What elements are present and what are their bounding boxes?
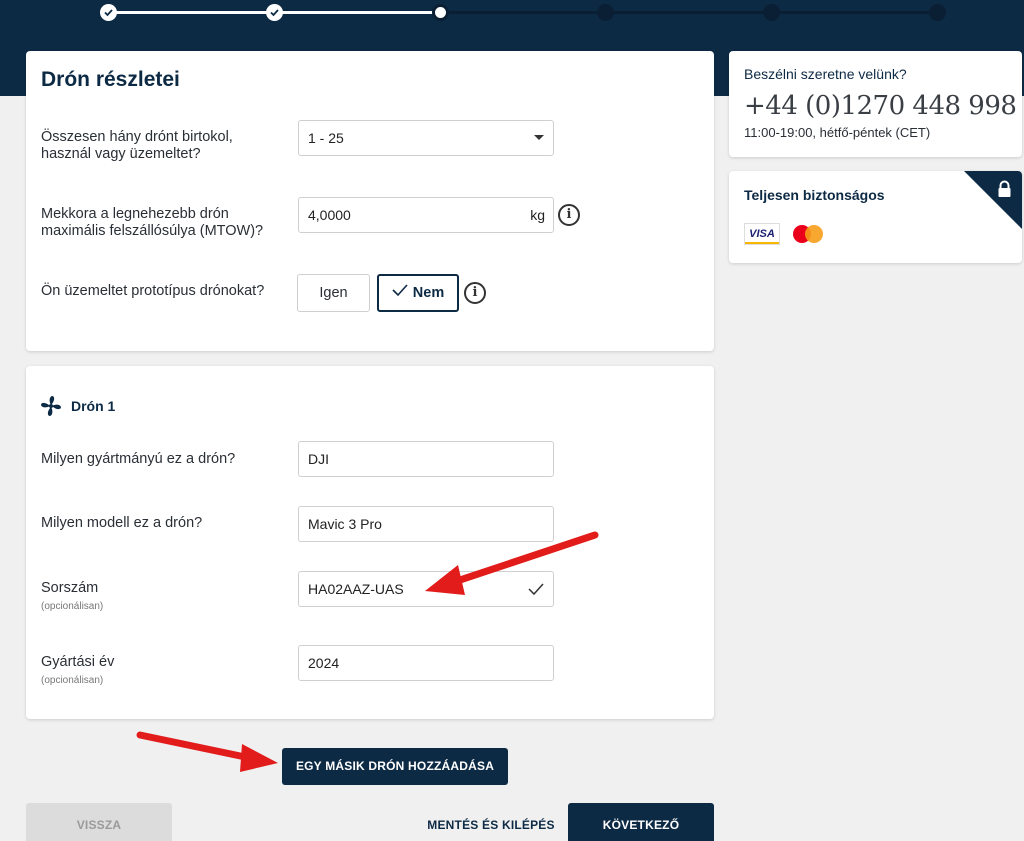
security-title: Teljesen biztonságos [744,187,885,203]
prototype-label: Ön üzemeltet prototípus drónokat? [41,283,265,299]
chevron-down-icon [533,121,545,167]
visa-logo-icon: VISA [744,223,780,245]
corner-ribbon [964,171,1022,229]
security-card: Teljesen biztonságos VISA [729,171,1022,263]
drone-count-label: Összesen hány drónt birtokol, használ va… [41,129,233,162]
page-title: Drón részletei [41,68,180,91]
progress-stepper [100,4,946,21]
progress-line-remaining [440,11,938,14]
step-1-complete-icon [100,4,117,21]
drone-count-value: 1 - 25 [308,130,344,146]
prototype-no-label: Nem [412,285,445,301]
drone-1-card: Drón 1 Milyen gyártmányú ez a drón? DJI … [26,366,714,719]
step-3-current [432,4,449,21]
year-label-block: Gyártási év (opcionálisan) [41,654,114,689]
mtow-label: Mekkora a legnehezebb drón maximális fel… [41,206,264,239]
drone-make-input[interactable]: DJI [298,441,554,477]
step-5 [763,4,780,21]
year-input[interactable]: 2024 [298,645,554,681]
step-2-complete-icon [266,4,283,21]
add-drone-button[interactable]: EGY MÁSIK DRÓN HOZZÁADÁSA [282,748,508,785]
serial-value: HA02AAZ-UAS [308,581,404,597]
drone-make-label: Milyen gyártmányú ez a drón? [41,451,236,467]
save-exit-link[interactable]: MENTÉS ÉS KILÉPÉS [420,803,562,841]
contact-phone[interactable]: +44 (0)1270 448 998 [744,91,1017,121]
prototype-yes-button[interactable]: Igen [297,274,370,312]
step-4 [597,4,614,21]
lock-icon [997,180,1012,203]
drone-details-card: Drón részletei Összesen hány drónt birto… [26,51,714,351]
annotation-arrow-serial-icon [425,531,599,595]
mtow-info-icon[interactable]: i [558,204,580,226]
drone-1-heading: Drón 1 [71,398,116,414]
mtow-input[interactable]: 4,0000 kg [298,197,554,233]
contact-title: Beszélni szeretne velünk? [744,66,907,82]
mtow-unit: kg [530,207,545,223]
annotation-arrow-add-drone-icon [136,731,278,772]
serial-label-block: Sorszám (opcionálisan) [41,580,103,615]
back-button[interactable]: VISSZA [26,803,172,841]
year-label: Gyártási év [41,654,115,670]
mtow-value: 4,0000 [308,207,351,223]
contact-card: Beszélni szeretne velünk? +44 (0)1270 44… [729,51,1022,157]
year-optional-note: (opcionálisan) [41,675,104,686]
serial-optional-note: (opcionálisan) [41,601,104,612]
next-button[interactable]: KÖVETKEZŐ [568,803,714,841]
mastercard-logo-icon [790,223,826,245]
drone-model-label: Milyen modell ez a drón? [41,515,203,531]
prototype-info-icon[interactable]: i [464,282,486,304]
contact-hours: 11:00-19:00, hétfő-péntek (CET) [744,125,931,140]
step-6 [929,4,946,21]
drone-count-select[interactable]: 1 - 25 [298,120,554,156]
propeller-icon [40,395,62,422]
serial-label: Sorszám [41,580,99,596]
prototype-no-button[interactable]: Nem [377,274,459,312]
check-icon [392,276,408,310]
